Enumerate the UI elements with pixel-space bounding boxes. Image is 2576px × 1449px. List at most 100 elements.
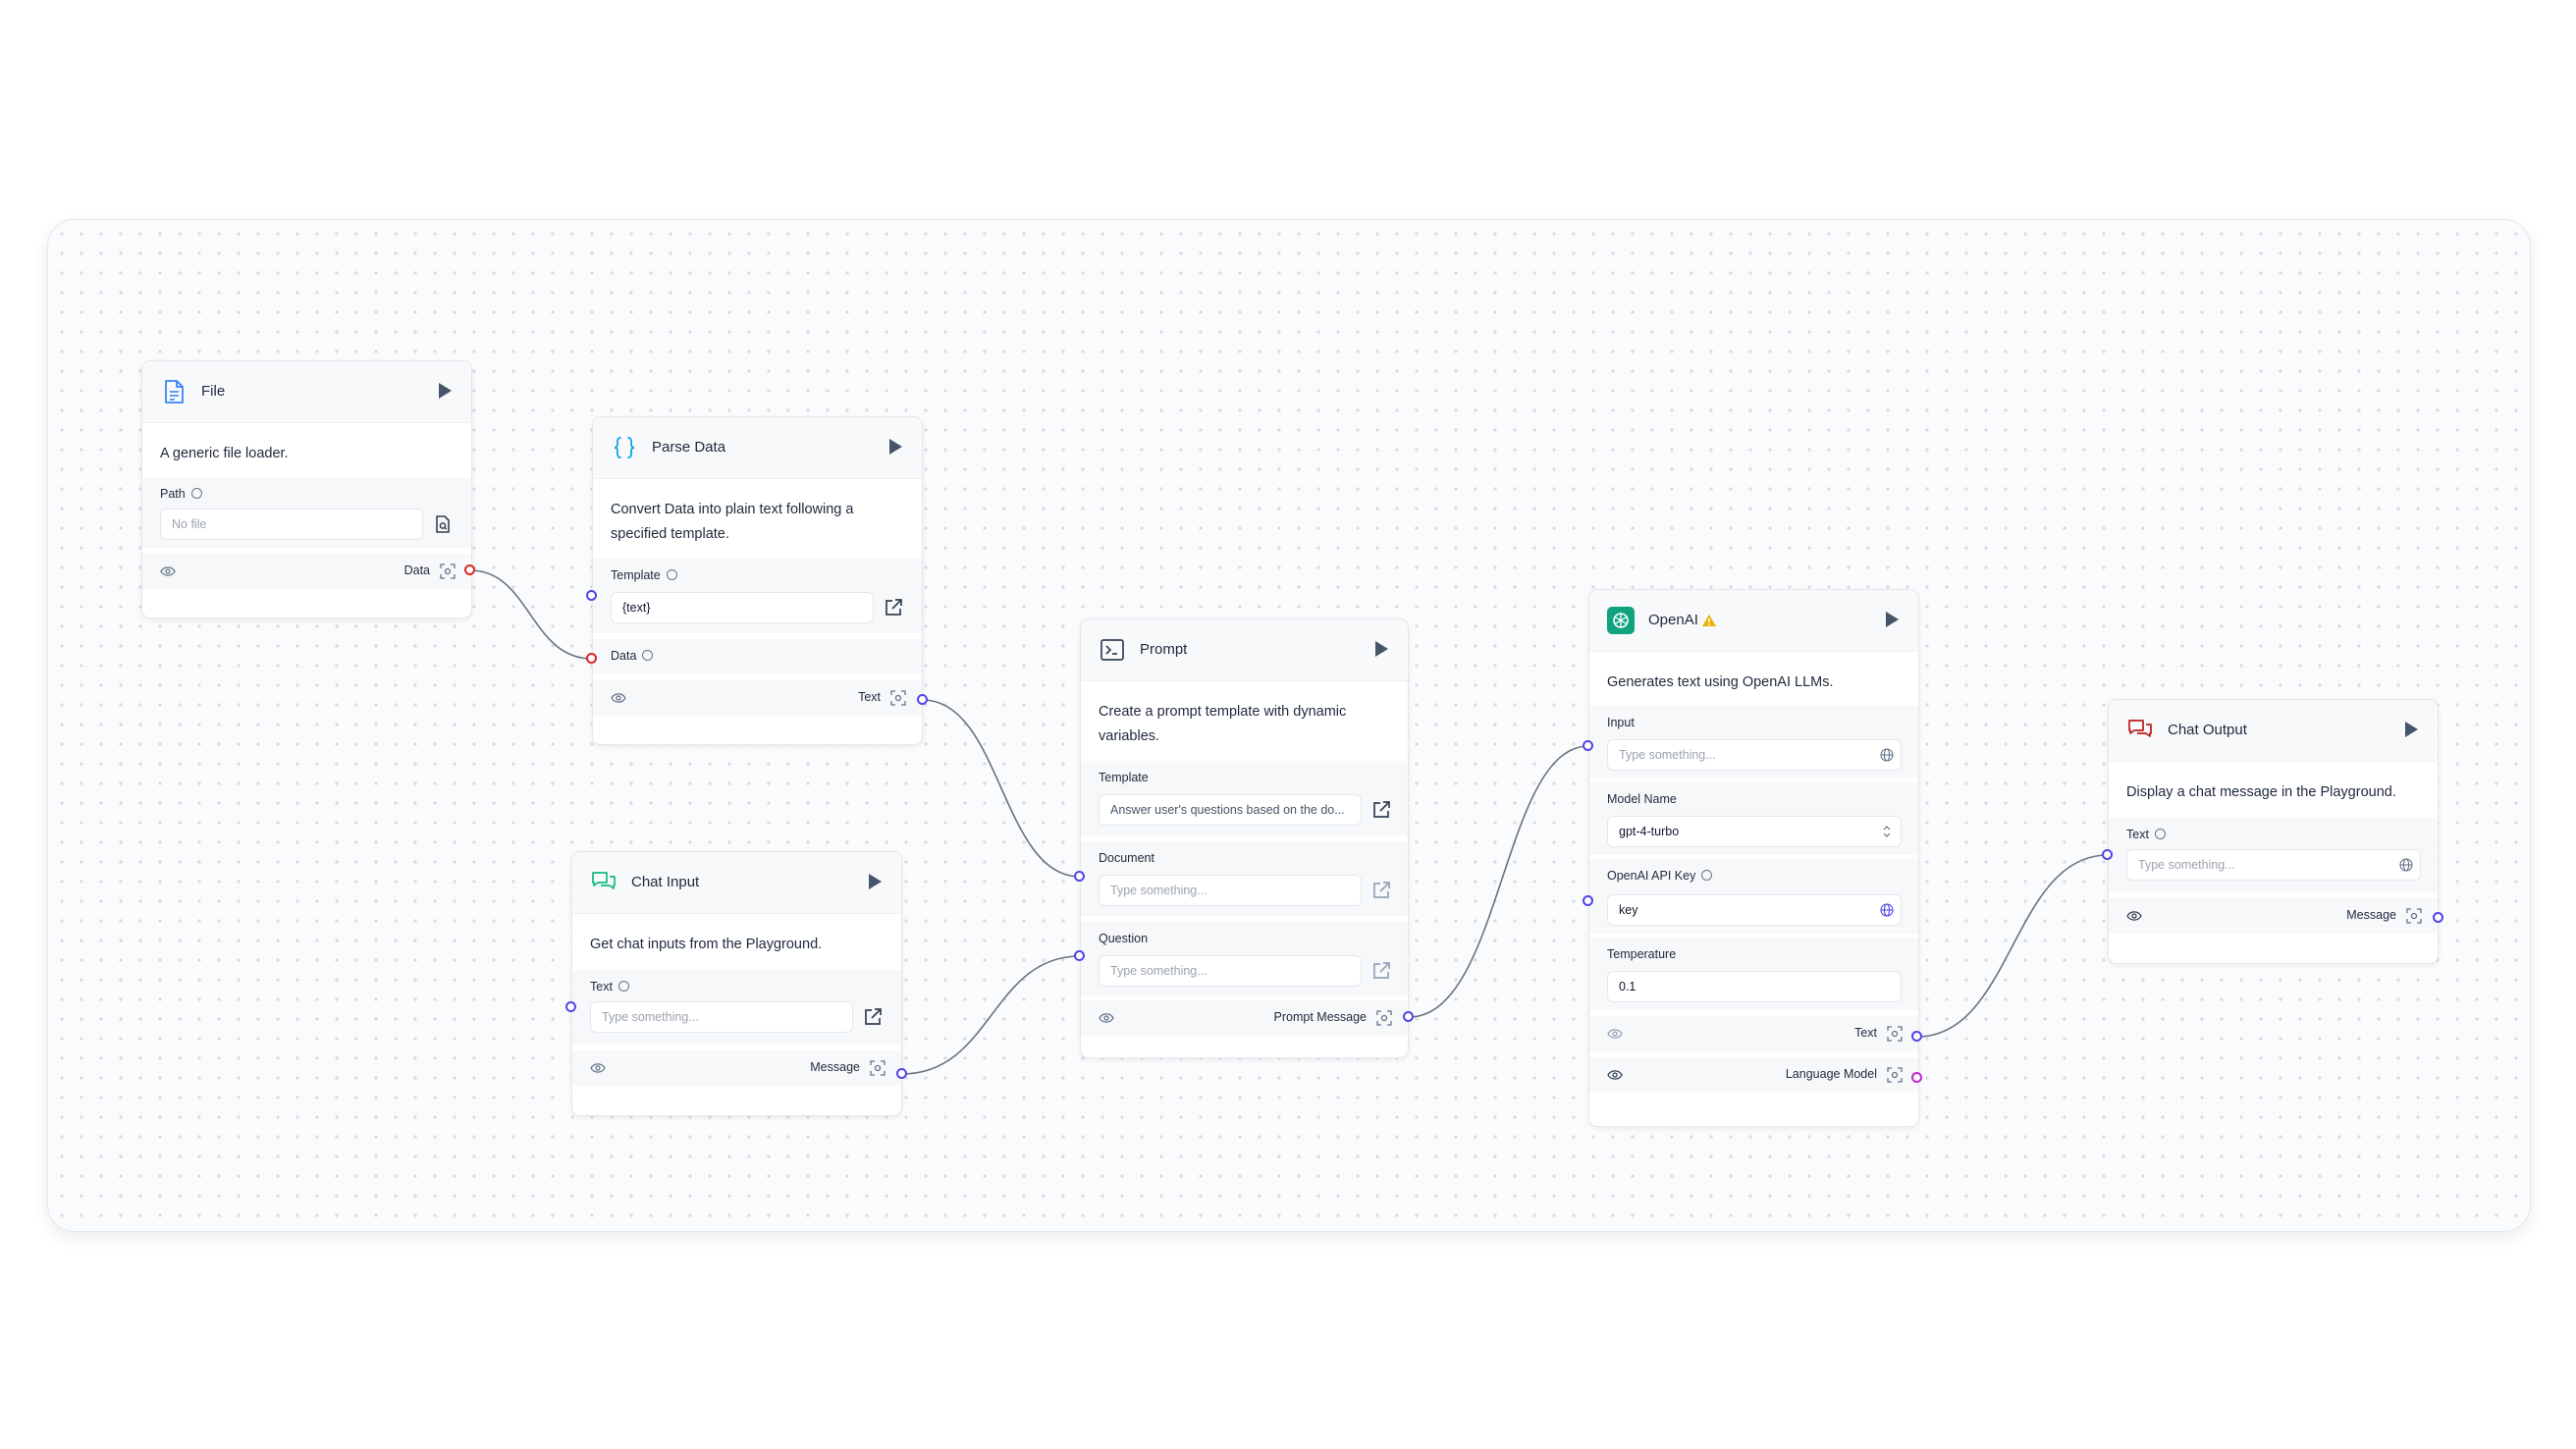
openai-text-output-handle[interactable]: [1911, 1031, 1922, 1042]
parse-text-output-handle[interactable]: [917, 694, 928, 705]
file-data-output-handle[interactable]: [464, 564, 475, 575]
parse-data-description-1: Convert Data into plain text following a: [611, 502, 854, 517]
inspect-icon[interactable]: [440, 564, 456, 579]
eye-icon[interactable]: [1099, 1011, 1114, 1025]
openai-run-button[interactable]: [1886, 612, 1899, 627]
chat-output-output-label: Message: [2346, 908, 2396, 922]
parse-data-title: Parse Data: [652, 439, 726, 456]
eye-icon[interactable]: [160, 564, 176, 578]
globe-icon[interactable]: [1880, 903, 1894, 917]
prompt-output-row: Prompt Message: [1081, 1000, 1408, 1036]
parse-data-node[interactable]: Parse Data Convert Data into plain text …: [592, 416, 923, 745]
openai-api-key-handle[interactable]: [1583, 895, 1593, 906]
globe-icon[interactable]: [1880, 748, 1894, 762]
openai-input-input[interactable]: Type something...: [1607, 739, 1902, 771]
chevron-up-down-icon[interactable]: [1882, 825, 1892, 838]
chat-output-header[interactable]: Chat Output: [2109, 700, 2438, 762]
globe-icon[interactable]: [2399, 858, 2413, 872]
chat-input-run-button[interactable]: [869, 874, 882, 889]
inspect-icon[interactable]: [1376, 1010, 1392, 1026]
info-icon: [666, 569, 677, 581]
inspect-icon[interactable]: [1887, 1067, 1903, 1083]
file-output-label: Data: [403, 564, 430, 577]
openai-input-handle[interactable]: [1583, 740, 1593, 751]
chat-input-text-handle[interactable]: [565, 1001, 576, 1012]
chat-input-text-input[interactable]: Type something...: [590, 1001, 853, 1033]
parse-data-description-2: specified template.: [611, 526, 729, 542]
prompt-message-output-handle[interactable]: [1403, 1011, 1414, 1022]
file-output-row: Data: [142, 554, 471, 589]
chat-input-header[interactable]: Chat Input: [572, 852, 901, 914]
parse-template-input[interactable]: {text}: [611, 592, 874, 623]
parse-data-run-button[interactable]: [889, 439, 902, 455]
openai-api-key-input[interactable]: key: [1607, 894, 1902, 926]
chat-input-text-label: Text: [590, 980, 629, 993]
chat-input-message-output-handle[interactable]: [896, 1068, 907, 1079]
inspect-icon[interactable]: [890, 690, 906, 706]
prompt-node[interactable]: Prompt Create a prompt template with dyn…: [1080, 618, 1409, 1058]
openai-temperature-input[interactable]: 0.1: [1607, 971, 1902, 1002]
openai-language-model-output-handle[interactable]: [1911, 1072, 1922, 1083]
chat-input-output-row: Message: [572, 1050, 901, 1086]
parse-output-label: Text: [858, 690, 881, 704]
prompt-document-input[interactable]: Type something...: [1099, 875, 1362, 906]
eye-icon[interactable]: [611, 691, 626, 705]
openai-lm-output-row: Language Model: [1589, 1057, 1918, 1093]
info-icon: [2154, 829, 2166, 840]
chat-output-text-input-handle[interactable]: [2102, 849, 2113, 860]
prompt-template-input[interactable]: Answer user's questions based on the do.…: [1099, 794, 1362, 826]
prompt-template-label: Template: [1099, 771, 1149, 784]
eye-icon[interactable]: [590, 1061, 606, 1075]
external-link-icon[interactable]: [884, 598, 903, 617]
external-link-icon[interactable]: [1371, 800, 1391, 820]
eye-icon[interactable]: [1607, 1068, 1623, 1082]
chat-input-icon: [592, 872, 616, 889]
openai-text-output-row: Text: [1589, 1016, 1918, 1051]
chat-output-node[interactable]: Chat Output Display a chat message in th…: [2108, 699, 2439, 964]
file-search-icon[interactable]: [433, 514, 453, 534]
file-path-label: Path: [160, 487, 202, 501]
prompt-run-button[interactable]: [1375, 641, 1388, 657]
prompt-question-field: Question Type something...: [1081, 922, 1408, 996]
prompt-question-input[interactable]: Type something...: [1099, 955, 1362, 987]
prompt-header[interactable]: Prompt: [1081, 619, 1408, 681]
external-link-icon[interactable]: [1371, 961, 1391, 981]
prompt-description-1: Create a prompt template with dynamic: [1099, 704, 1347, 720]
chat-input-node[interactable]: Chat Input Get chat inputs from the Play…: [571, 851, 902, 1116]
prompt-document-handle[interactable]: [1074, 871, 1085, 882]
inspect-icon[interactable]: [870, 1060, 886, 1076]
external-link-icon[interactable]: [863, 1007, 883, 1027]
inspect-icon[interactable]: [2406, 908, 2422, 924]
prompt-question-handle[interactable]: [1074, 950, 1085, 961]
openai-temperature-label: Temperature: [1607, 947, 1677, 961]
openai-model-select[interactable]: gpt-4-turbo: [1607, 816, 1902, 847]
file-node[interactable]: File A generic file loader. Path No file…: [141, 360, 472, 618]
parse-template-input-handle[interactable]: [586, 590, 597, 601]
warning-icon[interactable]: [1701, 614, 1717, 627]
file-run-button[interactable]: [439, 383, 452, 399]
chat-output-run-button[interactable]: [2405, 722, 2418, 737]
info-icon: [617, 981, 629, 993]
parse-data-header[interactable]: Parse Data: [593, 417, 922, 479]
file-path-input[interactable]: No file: [160, 509, 423, 540]
chat-output-text-label: Text: [2126, 828, 2166, 841]
prompt-document-field: Document Type something...: [1081, 841, 1408, 916]
terminal-icon: [1100, 639, 1124, 661]
external-link-icon[interactable]: [1371, 881, 1391, 900]
file-node-header[interactable]: File: [142, 361, 471, 423]
parse-output-row: Text: [593, 680, 922, 716]
parse-data-input-handle[interactable]: [586, 653, 597, 664]
prompt-title: Prompt: [1140, 641, 1188, 658]
chat-output-description: Display a chat message in the Playground…: [2126, 784, 2396, 800]
openai-header[interactable]: OpenAI: [1589, 590, 1918, 652]
chat-input-output-label: Message: [810, 1060, 860, 1074]
openai-model-label: Model Name: [1607, 792, 1677, 806]
file-path-field: Path No file: [142, 477, 471, 548]
eye-icon[interactable]: [2126, 909, 2142, 923]
openai-node[interactable]: OpenAI Generates text using OpenAI LLMs.…: [1588, 589, 1919, 1127]
eye-icon[interactable]: [1607, 1027, 1623, 1041]
inspect-icon[interactable]: [1887, 1026, 1903, 1042]
openai-temperature-field: Temperature 0.1: [1589, 938, 1918, 1010]
chat-output-text-input[interactable]: Type something...: [2126, 849, 2421, 881]
chat-output-message-output-handle[interactable]: [2433, 912, 2443, 923]
